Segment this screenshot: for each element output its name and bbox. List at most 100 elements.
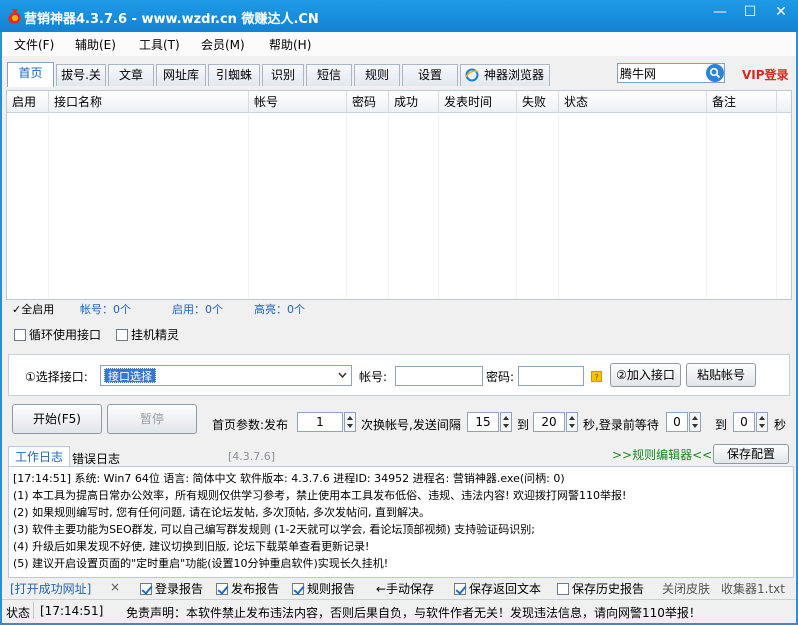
open-success-url-link[interactable]: [打开成功网址] [10,580,91,597]
tab-settings[interactable]: 设置 [402,64,458,86]
column-account[interactable]: 帐号 [249,91,347,113]
close-x-icon[interactable]: × [110,580,120,594]
menu-assist[interactable]: 辅助(E) [75,36,116,53]
loop-interface-checkbox[interactable] [14,329,26,341]
vip-login-link[interactable]: VIP登录 [742,66,789,83]
interval-max-input[interactable]: 20 [533,412,565,432]
password-input[interactable] [518,366,584,386]
tab-browser-label: 神器浏览器 [483,68,544,82]
column-success[interactable]: 成功 [389,91,439,113]
interval-min-input[interactable]: 15 [467,412,499,432]
interval-min-spinner[interactable] [500,412,512,432]
close-skin-link[interactable]: 关闭皮肤 [662,580,710,597]
tab-article[interactable]: 文章 [108,64,154,86]
column-note[interactable]: 备注 [707,91,777,113]
menu-file[interactable]: 文件(F) [14,36,54,53]
tab-home[interactable]: 首页 [7,62,54,87]
rule-report-option[interactable]: 规则报告 [292,580,355,597]
tab-work-log[interactable]: 工作日志 [8,446,70,467]
column-divider [776,113,777,299]
save-return-option[interactable]: 保存返回文本 [454,580,541,597]
tab-browser[interactable]: 神器浏览器 [460,64,550,86]
wait-min-spinner[interactable] [689,412,701,432]
publish-report-option[interactable]: 发布报告 [216,580,279,597]
chevron-down-icon [338,372,347,379]
account-input[interactable] [395,366,483,386]
interface-table[interactable]: 启用 接口名称 帐号 密码 成功 发表时间 失败 状态 备注 [6,90,792,300]
column-status[interactable]: 状态 [559,91,707,113]
login-report-option[interactable]: 登录报告 [140,580,203,597]
tab-error-log[interactable]: 错误日志 [72,450,120,467]
interface-select-value: 接口选择 [104,368,156,383]
to-label: 到 [715,418,728,432]
check-icon: ✓ [12,303,22,316]
maximize-button[interactable]: ☐ [736,1,764,23]
tab-spider[interactable]: 引蜘蛛 [208,64,260,86]
rule-editor-link[interactable]: >>规则编辑器<< [612,446,712,463]
status-message: 免责声明：本软件禁止发布违法内容，否则后果自负，与软件作者无关！发现违法信息，请… [126,606,701,620]
rule-report-label: 规则报告 [307,582,356,596]
manual-save-link[interactable]: ←手动保存 [376,580,434,597]
menu-bar: 文件(F) 辅助(E) 工具(T) 会员(M) 帮助(H) [2,32,796,56]
log-output[interactable]: [17:14:51] 系统: Win7 64位 语言: 简体中文 软件版本: 4… [8,466,794,578]
tab-recognize[interactable]: 识别 [262,64,304,86]
save-history-option[interactable]: 保存历史报告 [557,580,644,597]
column-divider [438,113,439,299]
collector-file-link[interactable]: 收集器1.txt [721,580,785,597]
publish-count-input[interactable]: 1 [297,412,343,432]
column-enable[interactable]: 启用 [7,91,49,113]
hang-sprite-option[interactable]: 挂机精灵 [116,326,179,343]
wait-min-input[interactable]: 0 [666,412,688,432]
pause-button[interactable]: 暂停 [107,404,197,434]
log-line: (3) 软件主要功能为SEO群发, 可以自己编写群发规则 (1-2天就可以学会,… [13,523,535,536]
loop-interface-option[interactable]: 循环使用接口 [14,326,101,343]
seconds-label: 秒 [774,418,787,432]
interface-select[interactable]: 接口选择 [100,365,352,386]
menu-member[interactable]: 会员(M) [201,36,245,53]
help-badge-icon[interactable]: ? [591,371,602,382]
log-line: (4) 升级后如果发现不好使, 建议切换到旧版, 论坛下载菜单查看更新记录! [13,540,370,553]
wait-max-input[interactable]: 0 [733,412,755,432]
save-config-button[interactable]: 保存配置 [713,444,789,464]
add-interface-button[interactable]: ②加入接口 [610,363,681,387]
menu-help[interactable]: 帮助(H) [269,36,311,53]
paste-account-button[interactable]: 粘贴帐号 [686,363,756,387]
search-input[interactable] [620,65,704,81]
hang-sprite-checkbox[interactable] [116,329,128,341]
column-interface-name[interactable]: 接口名称 [49,91,249,113]
column-divider [558,113,559,299]
save-history-checkbox[interactable] [557,583,569,595]
tab-sms[interactable]: 短信 [306,64,352,86]
search-icon [709,67,721,79]
publish-report-checkbox[interactable] [216,583,228,595]
publish-count-spinner[interactable] [344,412,356,432]
log-line: (5) 建议开启设置页面的"定时重启"功能(设置10分钟重启软件)实现长久挂机! [13,557,389,570]
minimize-button[interactable]: — [706,1,734,23]
rule-report-checkbox[interactable] [292,583,304,595]
login-report-checkbox[interactable] [140,583,152,595]
save-history-label: 保存历史报告 [572,582,645,596]
close-button[interactable]: ✕ [766,1,796,23]
column-password[interactable]: 密码 [347,91,389,113]
tab-dialup[interactable]: 拔号.关 [56,64,106,86]
column-post-time[interactable]: 发表时间 [439,91,517,113]
save-return-label: 保存返回文本 [469,582,542,596]
column-divider [388,113,389,299]
menu-tools[interactable]: 工具(T) [139,36,180,53]
switch-label: 次换帐号,发送间隔 [361,418,461,432]
ie-browser-icon [465,68,479,82]
select-interface-label: ①选择接口: [25,370,88,384]
enable-all-link[interactable]: ✓全启用 [12,301,54,317]
wait-max-spinner[interactable] [756,412,768,432]
status-label: 状态 [6,606,31,620]
start-button[interactable]: 开始(F5) [12,404,102,434]
to-label: 到 [517,418,530,432]
tab-rules[interactable]: 规则 [354,64,400,86]
tab-url-library[interactable]: 网址库 [156,64,206,86]
column-fail[interactable]: 失败 [517,91,559,113]
save-return-checkbox[interactable] [454,583,466,595]
status-divider [33,602,34,619]
main-window: 文件(F) 辅助(E) 工具(T) 会员(M) 帮助(H) 首页 拔号.关 文章… [2,32,796,623]
interval-max-spinner[interactable] [566,412,578,432]
search-button[interactable] [706,64,724,82]
